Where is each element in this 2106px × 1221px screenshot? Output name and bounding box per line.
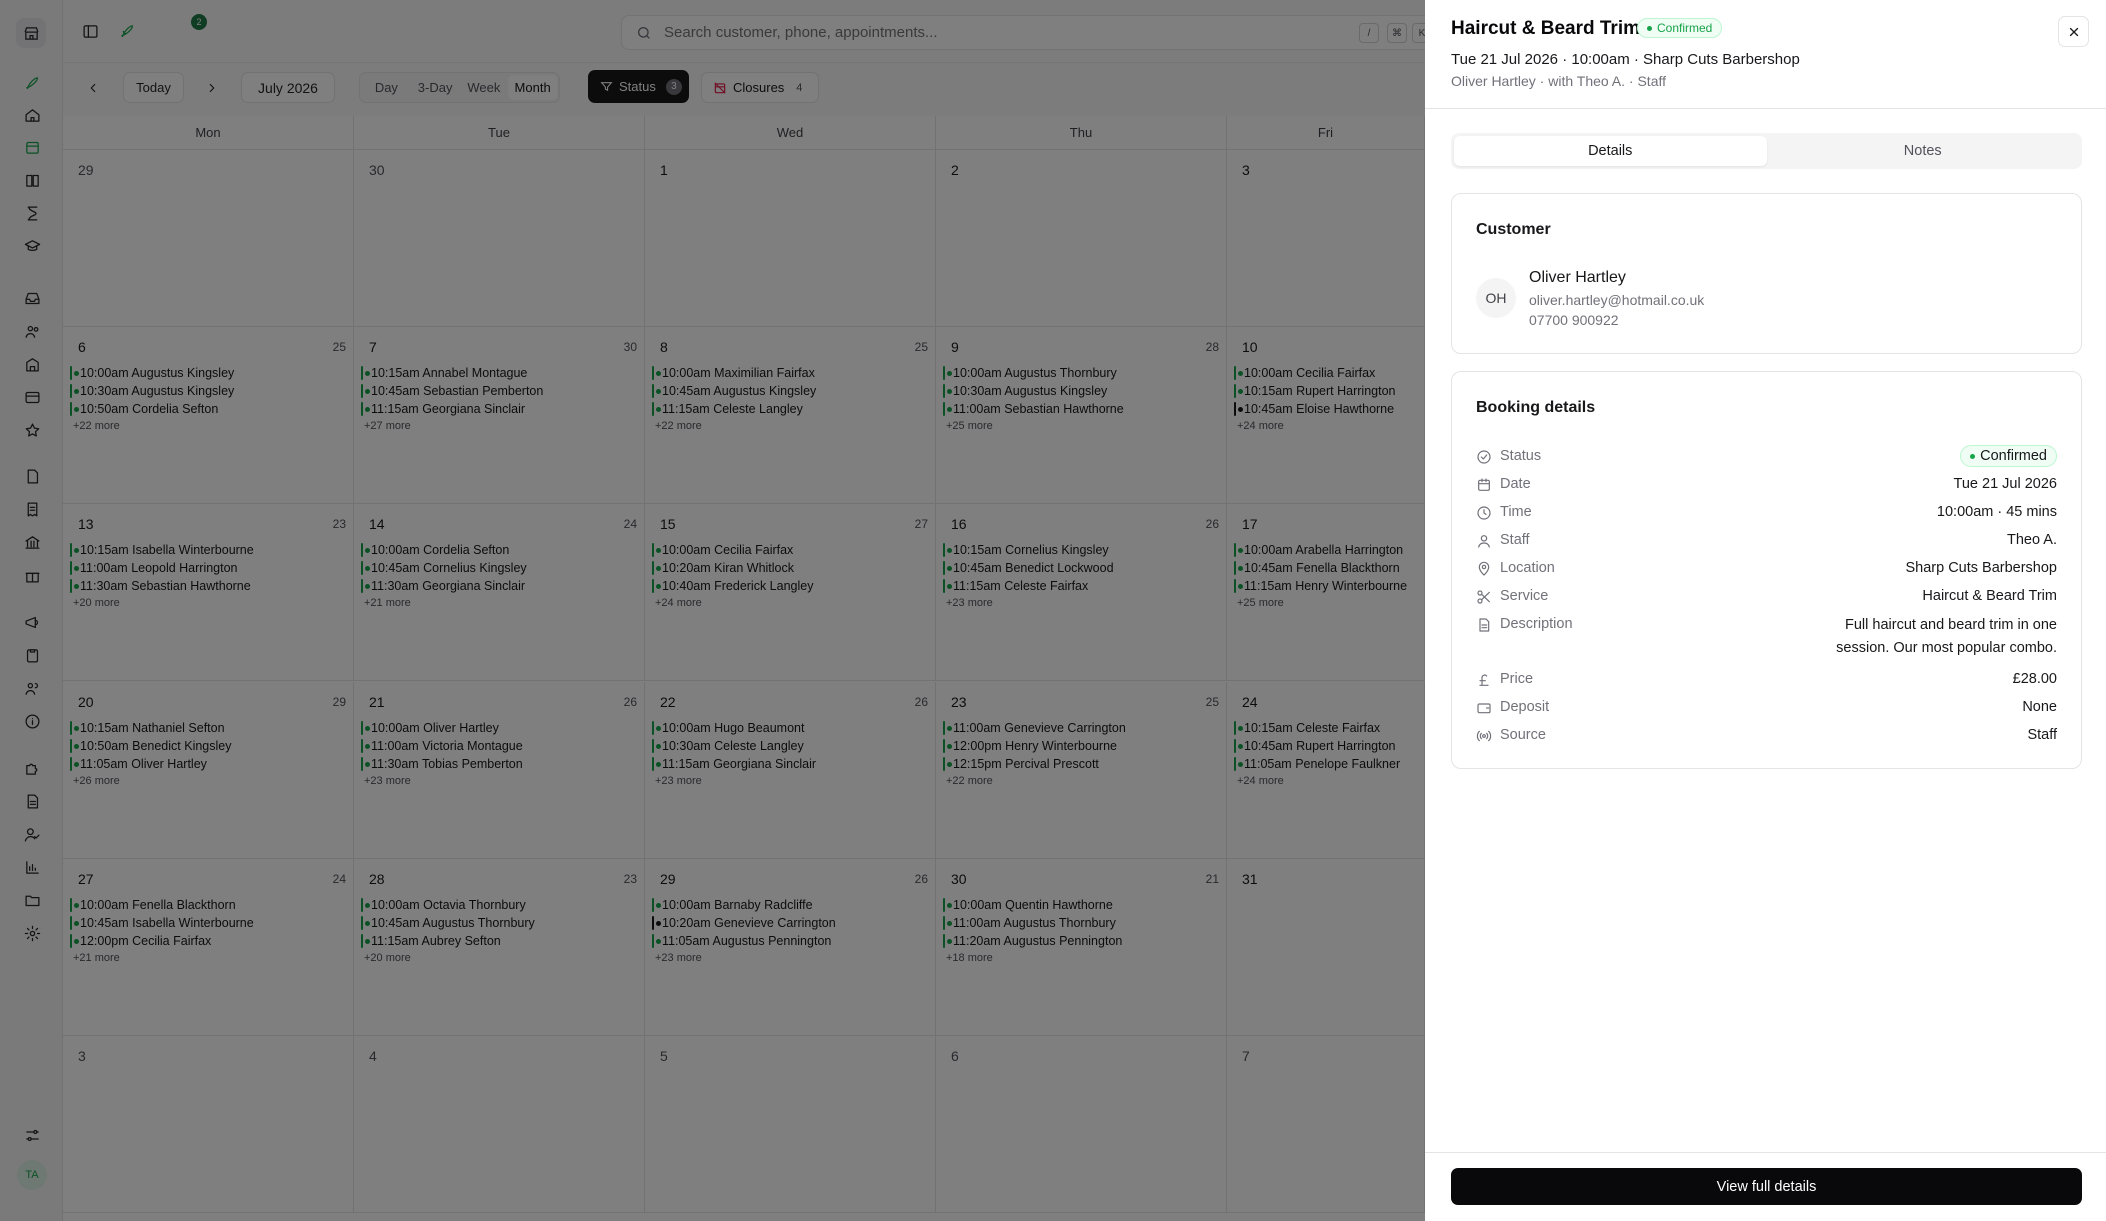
status-dot — [1647, 25, 1652, 31]
deposit-value: None — [2022, 699, 2057, 715]
view-full-details-button[interactable]: View full details — [1451, 1168, 2082, 1205]
customer-phone[interactable]: 07700 900922 — [1529, 312, 1619, 328]
row-price: Price £28.00 — [1476, 670, 2057, 690]
appointment-when: Tue 21 Jul 2026 · 10:00am · Sharp Cuts B… — [1451, 51, 1800, 68]
panel-header: Haircut & Beard Trim Confirmed Tue 21 Ju… — [1425, 0, 2106, 109]
location-value: Sharp Cuts Barbershop — [1905, 560, 2057, 576]
price-value: £28.00 — [2012, 671, 2057, 687]
row-location: Location Sharp Cuts Barbershop — [1476, 559, 2057, 579]
map-pin-icon — [1476, 561, 1492, 577]
date-value: Tue 21 Jul 2026 — [1953, 476, 2057, 492]
wallet-icon — [1476, 700, 1492, 716]
row-status: Status Confirmed — [1476, 445, 2057, 467]
row-description: Description Full haircut and beard trim … — [1476, 615, 2057, 663]
modal-backdrop[interactable] — [0, 0, 1425, 1221]
date-label: Date — [1500, 476, 1531, 492]
clock-icon — [1476, 505, 1492, 521]
status-badge: Confirmed — [1637, 18, 1723, 38]
source-value: Staff — [2027, 727, 2057, 743]
status-label: Status — [1500, 448, 1542, 464]
row-date: Date Tue 21 Jul 2026 — [1476, 475, 2057, 495]
appointment-panel: Haircut & Beard Trim Confirmed Tue 21 Ju… — [1425, 0, 2106, 1221]
row-deposit: Deposit None — [1476, 698, 2057, 718]
tab-details[interactable]: Details — [1454, 136, 1767, 166]
tab-notes[interactable]: Notes — [1767, 136, 2080, 166]
close-panel-button[interactable] — [2058, 16, 2089, 47]
booking-heading: Booking details — [1476, 399, 1596, 416]
row-time: Time 10:00am · 45 mins — [1476, 503, 2057, 523]
time-value: 10:00am · 45 mins — [1936, 504, 2057, 520]
radio-signal-icon — [1476, 728, 1492, 744]
status-dot — [1970, 453, 1976, 459]
customer-heading: Customer — [1476, 221, 1551, 238]
status-value-badge: Confirmed — [1960, 445, 2057, 467]
close-icon — [2069, 27, 2078, 36]
row-staff: Staff Theo A. — [1476, 531, 2057, 551]
service-label: Service — [1500, 588, 1549, 604]
price-label: Price — [1500, 671, 1534, 687]
description-value: Full haircut and beard trim in one sessi… — [1836, 617, 2057, 656]
staff-label: Staff — [1500, 532, 1530, 548]
row-source: Source Staff — [1476, 726, 2057, 746]
panel-footer-divider — [1425, 1152, 2106, 1153]
status-value: Confirmed — [1980, 448, 2047, 464]
appointment-who: Oliver Hartley · with Theo A. · Staff — [1451, 73, 1667, 89]
calendar-icon — [1476, 477, 1492, 493]
description-label: Description — [1500, 616, 1573, 632]
customer-card: Customer OH Oliver Hartley oliver.hartle… — [1451, 193, 2082, 354]
status-badge-label: Confirmed — [1657, 21, 1713, 35]
service-value: Haircut & Beard Trim — [1922, 588, 2057, 604]
deposit-label: Deposit — [1500, 699, 1550, 715]
location-label: Location — [1500, 560, 1555, 576]
panel-tabs: Details Notes — [1451, 133, 2082, 169]
panel-title: Haircut & Beard Trim — [1451, 18, 1640, 39]
check-circle-icon — [1476, 449, 1492, 465]
customer-email[interactable]: oliver.hartley@hotmail.co.uk — [1529, 292, 1704, 308]
scissors-icon — [1476, 589, 1492, 605]
customer-name[interactable]: Oliver Hartley — [1529, 269, 1626, 287]
time-label: Time — [1500, 504, 1532, 520]
pound-icon — [1476, 672, 1492, 688]
user-icon — [1476, 533, 1492, 549]
booking-details-card: Booking details Status Confirmed Date Tu… — [1451, 371, 2082, 769]
staff-value: Theo A. — [2007, 532, 2057, 548]
customer-avatar: OH — [1476, 278, 1516, 318]
document-icon — [1476, 617, 1492, 633]
row-service: Service Haircut & Beard Trim — [1476, 587, 2057, 607]
source-label: Source — [1500, 727, 1546, 743]
